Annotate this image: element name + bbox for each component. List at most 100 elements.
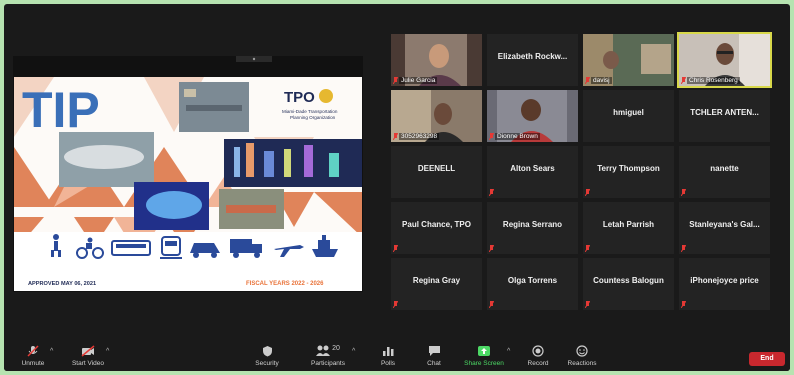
- photo-city-night: [224, 139, 362, 187]
- participant-name: Terry Thompson: [597, 164, 660, 173]
- participant-tile[interactable]: TCHLER ANTEN...: [679, 90, 770, 142]
- participant-tile[interactable]: DEENELL: [391, 146, 482, 198]
- muted-mic-icon: [393, 77, 398, 84]
- approved-date: APPROVED MAY 06, 2021: [28, 281, 96, 287]
- fiscal-years: FISCAL YEARS 2022 - 2026: [246, 281, 324, 287]
- muted-mic-icon: [681, 301, 686, 308]
- participant-name: Stanleyana's Gal...: [689, 220, 760, 229]
- participant-tile[interactable]: 3052963298: [391, 90, 482, 142]
- participant-name: Countess Balogun: [593, 276, 664, 285]
- participants-count-badge: 20: [332, 345, 340, 352]
- participant-name: davisj: [591, 77, 612, 84]
- polls-icon: [383, 347, 394, 356]
- shield-icon: [262, 346, 272, 357]
- muted-mic-icon: [585, 301, 590, 308]
- unmute-label: Unmute: [21, 360, 45, 367]
- muted-mic-icon: [681, 189, 686, 196]
- participant-tile[interactable]: Countess Balogun: [583, 258, 674, 310]
- chat-bubble-icon: [428, 346, 440, 356]
- participant-name: iPhonejoyce price: [690, 276, 759, 285]
- participant-tile[interactable]: iPhonejoyce price: [679, 258, 770, 310]
- org-name-line1: Miami-Dade Transportation: [282, 109, 338, 114]
- participant-tile[interactable]: davisj: [583, 34, 674, 86]
- security-button[interactable]: Security: [250, 345, 284, 367]
- record-button[interactable]: Record: [524, 345, 552, 367]
- participant-tile[interactable]: nanette: [679, 146, 770, 198]
- zoom-meeting-window: TIP TPO Miami-Dade Transportation Planni…: [4, 4, 790, 371]
- participant-name: DEENELL: [417, 164, 456, 173]
- polls-button[interactable]: Polls: [376, 345, 400, 367]
- polls-label: Polls: [380, 360, 396, 367]
- muted-mic-icon: [489, 245, 494, 252]
- muted-mic-icon: [393, 245, 398, 252]
- participant-name: Olga Torrens: [507, 276, 558, 285]
- share-screen-icon: [478, 346, 490, 356]
- meeting-toolbar: Unmute ^ Start Video ^ Security 20 Parti…: [4, 339, 790, 371]
- participant-tile[interactable]: Stanleyana's Gal...: [679, 202, 770, 254]
- muted-mic-icon: [393, 301, 398, 308]
- video-options-caret-icon[interactable]: ^: [106, 348, 109, 355]
- muted-mic-icon: [585, 77, 590, 84]
- smiley-icon: [576, 345, 588, 357]
- security-label: Security: [255, 360, 279, 367]
- reactions-button[interactable]: Reactions: [566, 345, 598, 367]
- audio-options-caret-icon[interactable]: ^: [50, 348, 53, 355]
- muted-microphone-icon: [27, 345, 39, 357]
- share-screen-button[interactable]: Share Screen: [462, 345, 506, 367]
- muted-mic-icon: [489, 189, 494, 196]
- chat-button[interactable]: Chat: [422, 345, 446, 367]
- start-video-button[interactable]: Start Video: [68, 345, 108, 367]
- share-options-caret-icon[interactable]: ^: [507, 348, 510, 355]
- participant-name: Regina Gray: [412, 276, 461, 285]
- slide-artwork: TIP TPO Miami-Dade Transportation Planni…: [14, 77, 362, 291]
- participant-tile[interactable]: Alton Sears: [487, 146, 578, 198]
- participant-name: hmiguel: [613, 108, 644, 117]
- gallery-view: Julie Garcia Elizabeth Rockw... davisj C…: [391, 32, 774, 310]
- tip-title: TIP: [22, 82, 100, 138]
- view-options-bar[interactable]: [236, 56, 272, 62]
- muted-mic-icon: [489, 133, 494, 140]
- org-name-line2: Planning Organization: [290, 115, 336, 120]
- end-meeting-button[interactable]: End: [749, 352, 785, 366]
- muted-mic-icon: [681, 245, 686, 252]
- participant-name: Dionne Brown: [495, 133, 540, 140]
- participant-tile[interactable]: Elizabeth Rockw...: [487, 34, 578, 86]
- participants-icon: [316, 345, 331, 356]
- record-label: Record: [527, 360, 549, 367]
- participant-name: Regina Serrano: [502, 220, 563, 229]
- share-screen-label: Share Screen: [464, 360, 504, 367]
- tpo-logo: TPO: [284, 89, 315, 106]
- start-video-label: Start Video: [71, 360, 105, 367]
- participant-name: Alton Sears: [510, 164, 555, 173]
- muted-mic-icon: [585, 189, 590, 196]
- participant-name: nanette: [710, 164, 739, 173]
- record-icon: [532, 345, 544, 357]
- participant-name: TCHLER ANTEN...: [690, 108, 759, 117]
- muted-mic-icon: [393, 133, 398, 140]
- participant-name: Julie Garcia: [399, 77, 438, 84]
- video-off-icon: [81, 345, 95, 357]
- participant-name: 3052963298: [399, 133, 440, 140]
- participants-button[interactable]: 20 Participants: [306, 345, 350, 367]
- participants-options-caret-icon[interactable]: ^: [352, 348, 355, 355]
- participant-name: Letah Parrish: [602, 220, 655, 229]
- tip-slide: TIP TPO Miami-Dade Transportation Planni…: [14, 77, 362, 291]
- muted-mic-icon: [681, 77, 686, 84]
- participant-name: Paul Chance, TPO: [402, 220, 471, 229]
- participant-tile[interactable]: Paul Chance, TPO: [391, 202, 482, 254]
- participant-tile[interactable]: Dionne Brown: [487, 90, 578, 142]
- participant-tile[interactable]: hmiguel: [583, 90, 674, 142]
- participant-tile[interactable]: Regina Serrano: [487, 202, 578, 254]
- participant-tile[interactable]: Terry Thompson: [583, 146, 674, 198]
- participant-tile[interactable]: Letah Parrish: [583, 202, 674, 254]
- participant-name: Elizabeth Rockw...: [497, 52, 568, 61]
- reactions-label: Reactions: [567, 360, 597, 367]
- participant-tile[interactable]: Regina Gray: [391, 258, 482, 310]
- participant-tile-active-speaker[interactable]: Chris Rosenberg: [677, 32, 772, 88]
- unmute-button[interactable]: Unmute: [16, 345, 50, 367]
- tpo-logo-mark: [319, 89, 333, 103]
- participant-tile[interactable]: Julie Garcia: [391, 34, 482, 86]
- participants-label: Participants: [311, 360, 345, 367]
- participant-tile[interactable]: Olga Torrens: [487, 258, 578, 310]
- muted-mic-icon: [585, 245, 590, 252]
